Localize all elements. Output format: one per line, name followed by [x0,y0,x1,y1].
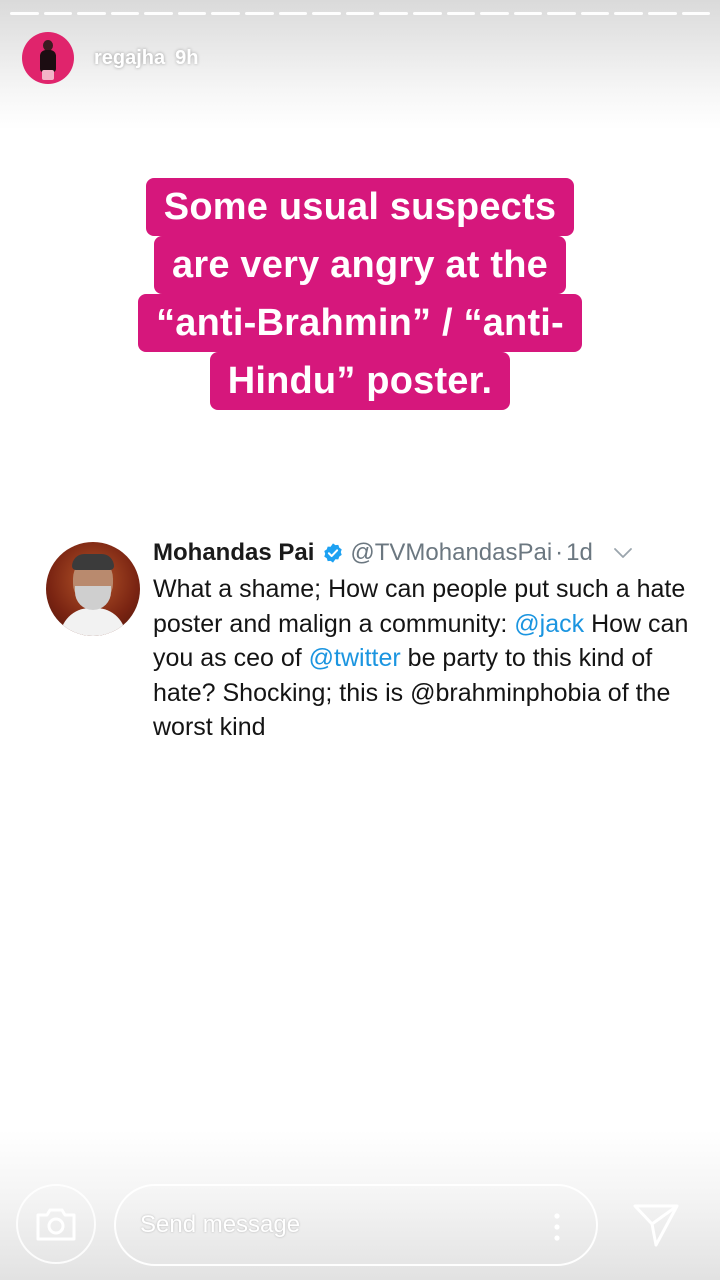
send-message-placeholder: Send message [140,1211,301,1238]
progress-segment [480,12,509,15]
progress-segment [513,12,543,15]
avatar[interactable] [22,32,74,84]
send-message-input[interactable]: Send message [114,1184,598,1266]
progress-segment [77,12,106,15]
progress-segment [211,12,241,15]
progress-segment [10,12,39,15]
progress-segment [345,12,375,15]
progress-segment [110,12,140,15]
progress-segment [446,12,476,15]
story-timestamp: 9h [175,46,199,69]
mention-link: @jack [514,609,585,638]
progress-segment [379,12,408,15]
story-header: regajha 9h [22,32,199,84]
progress-segment [144,12,173,15]
progress-segment [580,12,610,15]
camera-button[interactable] [16,1184,96,1264]
progress-segment [312,12,341,15]
tweet-author-name: Mohandas Pai [153,539,315,566]
camera-icon [36,1208,76,1241]
more-options-icon[interactable] [554,1212,560,1242]
mention-link: @twitter [308,644,401,672]
reply-bar: Send message [0,1170,720,1270]
direct-message-icon[interactable] [632,1202,680,1248]
progress-segment [278,12,308,15]
caption-line: “anti-Brahmin” / “anti- [138,294,582,352]
progress-segment [43,12,73,15]
tweet-handle: @TVMohandasPai [350,539,553,566]
progress-segment [647,12,677,15]
username[interactable]: regajha [94,47,165,70]
chevron-down-icon [613,548,632,558]
progress-segment [177,12,207,15]
tweet-text: What a shame; How can people put such a … [153,572,693,745]
caption-line: are very angry at the [154,236,566,294]
progress-segment [547,12,576,15]
caption-line: Hindu” poster. [209,352,511,410]
tweet-separator: · [555,539,564,566]
verified-badge-icon [324,543,343,563]
story-caption: Some usual suspects are very angry at th… [100,178,620,410]
progress-segment [412,12,442,15]
story-progress-bar [10,12,711,15]
caption-line: Some usual suspects [145,178,575,236]
tweet-time: 1d [566,539,593,566]
tweet-author-avatar [46,542,140,636]
progress-segment [614,12,643,15]
progress-segment [245,12,274,15]
progress-segment [681,12,711,15]
